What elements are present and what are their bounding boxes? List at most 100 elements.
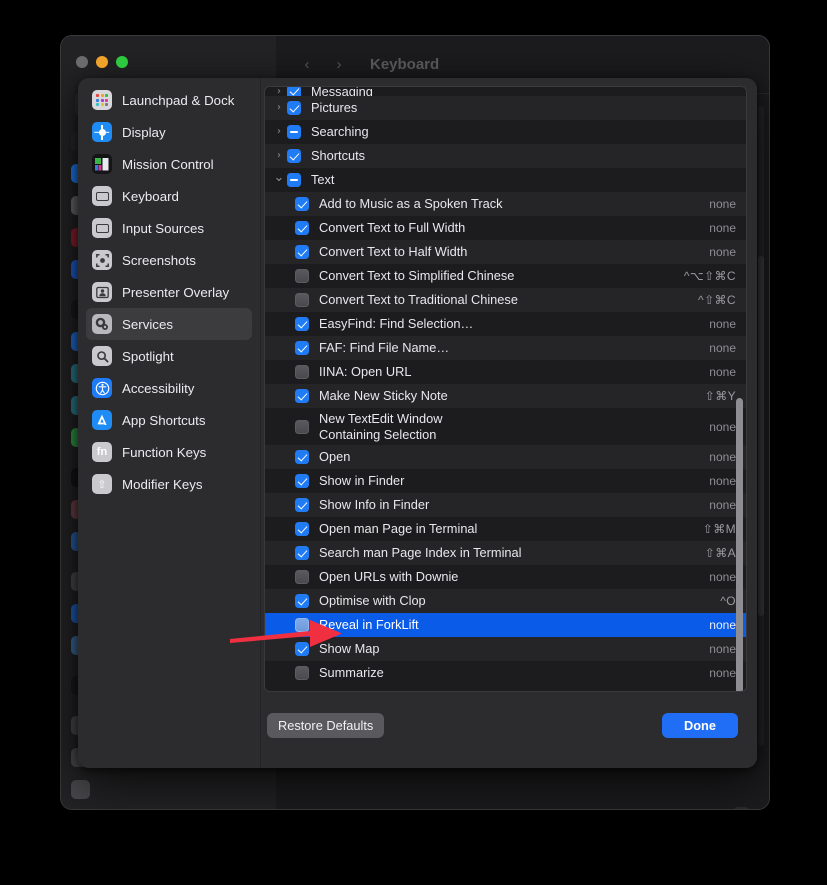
back-button[interactable]: ‹ (294, 52, 320, 78)
shortcut-row[interactable]: › Searching (265, 120, 746, 144)
row-checkbox[interactable] (287, 101, 301, 115)
row-checkbox[interactable] (295, 666, 309, 680)
shortcut-row[interactable]: › Shortcuts (265, 144, 746, 168)
sidebar-item-function-keys[interactable]: fn Function Keys (86, 436, 252, 468)
row-checkbox[interactable] (295, 419, 309, 434)
shortcuts-list-scrollbar-thumb[interactable] (736, 398, 743, 691)
row-checkbox[interactable] (295, 474, 309, 488)
sidebar-item-app-shortcuts[interactable]: App Shortcuts (86, 404, 252, 436)
shortcut-row[interactable]: Search man Page Index in Terminal ⇧⌘A (265, 541, 746, 565)
window-controls[interactable] (76, 56, 128, 68)
shortcut-row[interactable]: Make New Sticky Note ⇧⌘Y (265, 384, 746, 408)
shortcut-row[interactable]: Open none (265, 445, 746, 469)
row-checkbox[interactable] (295, 221, 309, 235)
row-checkbox[interactable] (295, 522, 309, 536)
close-button[interactable] (76, 56, 88, 68)
shortcut-row[interactable]: Convert Text to Half Width none (265, 240, 746, 264)
sidebar-item-spotlight[interactable]: Spotlight (86, 340, 252, 372)
background-scrollbar[interactable] (758, 106, 764, 746)
row-shortcut-key[interactable]: none (695, 245, 736, 259)
shortcut-row[interactable]: EasyFind: Find Selection… none (265, 312, 746, 336)
sidebar-item-modifier-keys[interactable]: ⇧ Modifier Keys (86, 468, 252, 500)
row-shortcut-key[interactable]: none (695, 474, 736, 488)
chevron-right-icon[interactable]: › (271, 103, 287, 113)
chevron-right-icon[interactable]: › (271, 151, 287, 161)
shortcut-row[interactable]: Show Map none (265, 637, 746, 661)
row-checkbox[interactable] (287, 173, 301, 187)
row-shortcut-key[interactable]: none (695, 618, 736, 632)
done-button[interactable]: Done (662, 712, 738, 738)
shortcut-row[interactable]: Convert Text to Full Width none (265, 216, 746, 240)
row-shortcut-key[interactable]: none (695, 420, 736, 434)
forward-button[interactable]: › (326, 52, 352, 78)
row-checkbox[interactable] (295, 450, 309, 464)
zoom-button[interactable] (116, 56, 128, 68)
row-shortcut-key[interactable]: none (695, 642, 736, 656)
chevron-right-icon[interactable]: › (271, 87, 287, 96)
row-checkbox[interactable] (287, 149, 301, 163)
row-checkbox[interactable] (295, 317, 309, 331)
sidebar-item-mission-control[interactable]: Mission Control (86, 148, 252, 180)
row-shortcut-key[interactable]: none (695, 450, 736, 464)
sidebar-item-input-sources[interactable]: Input Sources (86, 212, 252, 244)
shortcut-row[interactable]: Add to Music as a Spoken Track none (265, 192, 746, 216)
minimize-button[interactable] (96, 56, 108, 68)
row-checkbox[interactable] (295, 365, 309, 379)
shortcut-row[interactable]: Optimise with Clop ^O (265, 589, 746, 613)
sidebar-item-keyboard[interactable]: Keyboard (86, 180, 252, 212)
shortcut-row[interactable]: Open URLs with Downie none (265, 565, 746, 589)
sidebar-item-accessibility[interactable]: Accessibility (86, 372, 252, 404)
row-shortcut-key[interactable]: none (695, 666, 736, 680)
row-checkbox[interactable] (295, 594, 309, 608)
row-shortcut-key[interactable]: none (695, 317, 736, 331)
row-checkbox[interactable] (287, 87, 301, 96)
row-shortcut-key[interactable]: ^⌥⇧⌘C (670, 269, 736, 283)
row-checkbox[interactable] (295, 642, 309, 656)
row-checkbox[interactable] (295, 498, 309, 512)
row-shortcut-key[interactable]: ^⇧⌘C (684, 293, 736, 307)
shortcut-row[interactable]: Open man Page in Terminal ⇧⌘M (265, 517, 746, 541)
shortcut-row[interactable]: › Pictures (265, 96, 746, 120)
chevron-right-icon[interactable]: › (271, 127, 287, 137)
background-scrollbar-thumb[interactable] (758, 256, 764, 616)
row-checkbox[interactable] (295, 546, 309, 560)
sidebar-item-services[interactable]: Services (86, 308, 252, 340)
shortcuts-list-scroll[interactable]: › Messaging › Pictures › Searching › Shortcuts ⌄… (265, 87, 746, 691)
sidebar-item-display[interactable]: Display (86, 116, 252, 148)
row-shortcut-key[interactable]: ⇧⌘Y (691, 389, 736, 403)
shortcut-row[interactable]: IINA: Open URL none (265, 360, 746, 384)
row-shortcut-key[interactable]: none (695, 570, 736, 584)
row-shortcut-key[interactable]: ⇧⌘M (689, 522, 736, 536)
chevron-down-icon[interactable]: ⌄ (271, 171, 287, 184)
row-checkbox[interactable] (295, 389, 309, 403)
shortcut-row[interactable]: ⌄ Text (265, 168, 746, 192)
sidebar-item-screenshots[interactable]: Screenshots (86, 244, 252, 276)
row-shortcut-key[interactable]: none (695, 498, 736, 512)
row-shortcut-key[interactable]: none (695, 341, 736, 355)
row-shortcut-key[interactable]: none (695, 221, 736, 235)
row-checkbox[interactable] (295, 618, 309, 632)
shortcut-row[interactable]: Convert Text to Simplified Chinese ^⌥⇧⌘C (265, 264, 746, 288)
row-checkbox[interactable] (295, 570, 309, 584)
row-checkbox[interactable] (287, 125, 301, 139)
sidebar-item-presenter-overlay[interactable]: Presenter Overlay (86, 276, 252, 308)
shortcut-row[interactable]: › Messaging (265, 87, 746, 96)
shortcut-row[interactable]: Summarize none (265, 661, 746, 685)
row-checkbox[interactable] (295, 245, 309, 259)
row-shortcut-key[interactable]: none (695, 197, 736, 211)
shortcut-row[interactable]: Show in Finder none (265, 469, 746, 493)
shortcut-row[interactable]: Reveal in ForkLift none (265, 613, 746, 637)
row-shortcut-key[interactable]: ⇧⌘A (691, 546, 736, 560)
shortcuts-list-scrollbar[interactable] (736, 90, 743, 691)
sidebar-item-launchpad-and-dock[interactable]: Launchpad & Dock (86, 84, 252, 116)
shortcut-row[interactable]: FAF: Find File Name… none (265, 336, 746, 360)
shortcut-row[interactable]: New TextEdit Window Containing Selection… (265, 408, 746, 445)
row-checkbox[interactable] (295, 197, 309, 211)
shortcut-row[interactable]: Convert Text to Traditional Chinese ^⇧⌘C (265, 288, 746, 312)
shortcut-row[interactable]: Show Info in Finder none (265, 493, 746, 517)
row-shortcut-key[interactable]: none (695, 365, 736, 379)
row-checkbox[interactable] (295, 341, 309, 355)
row-checkbox[interactable] (295, 269, 309, 283)
row-shortcut-key[interactable]: ^O (706, 594, 736, 608)
stepper-control[interactable]: ▲ ▼ (734, 807, 749, 809)
